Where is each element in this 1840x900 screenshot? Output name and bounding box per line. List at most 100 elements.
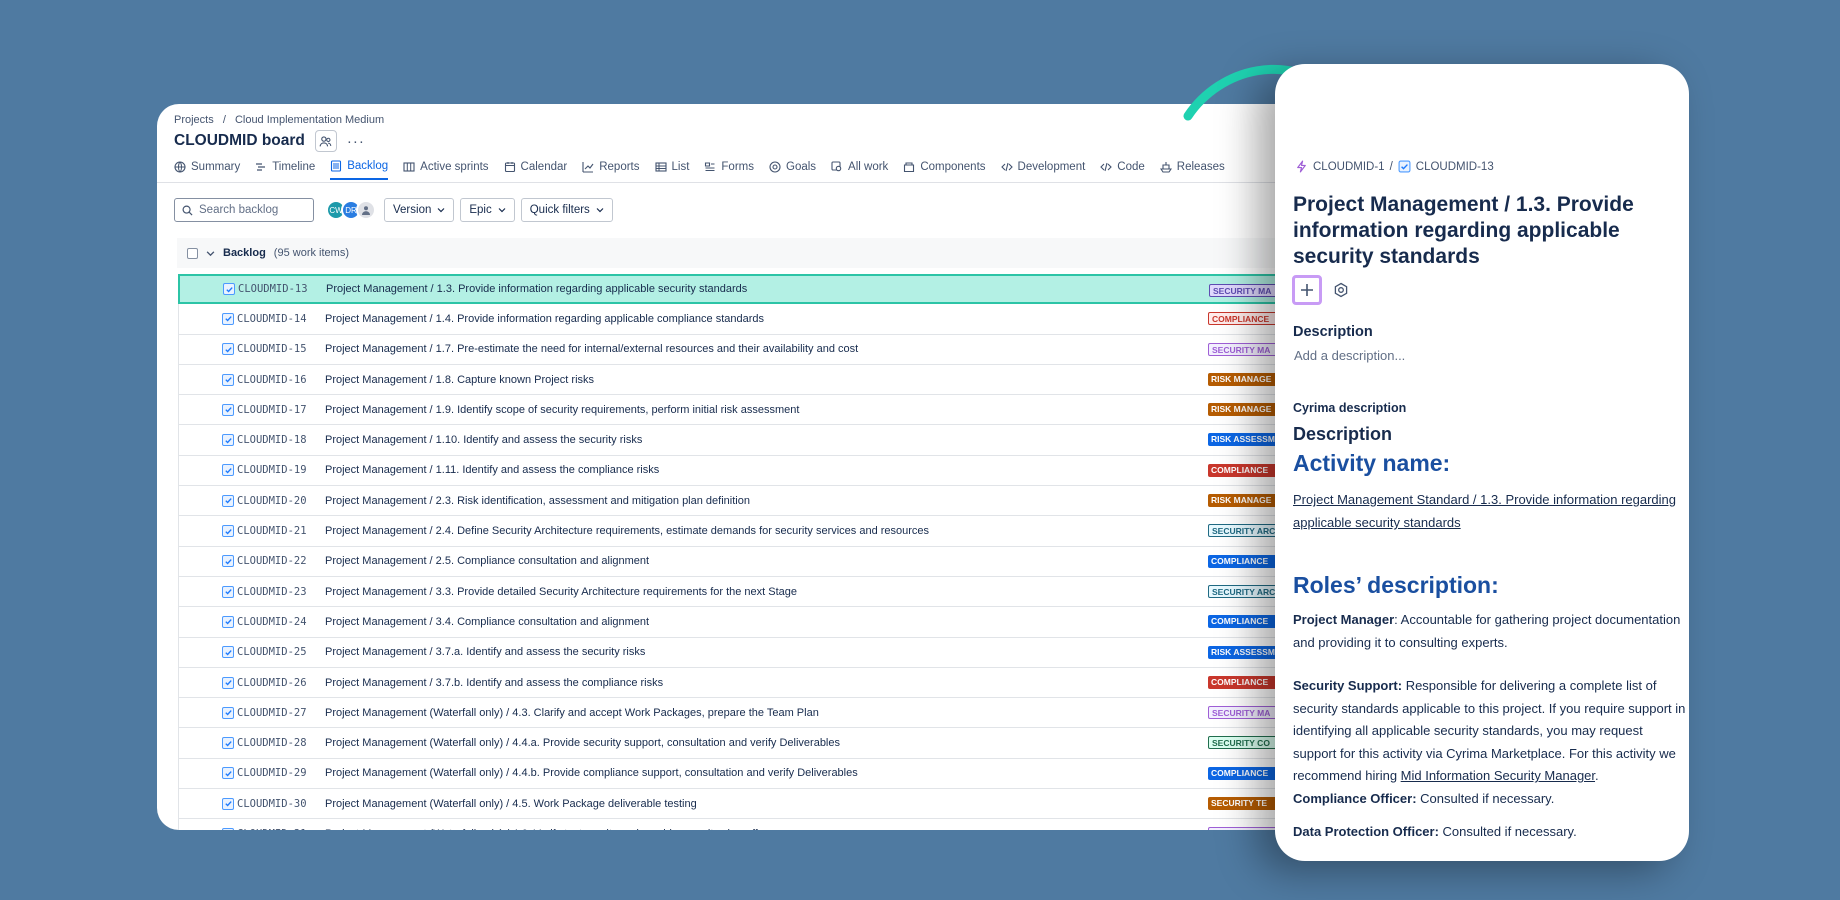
backlog-row[interactable]: CLOUDMID-27 Project Management (Waterfall… (178, 698, 1297, 729)
backlog-row[interactable]: CLOUDMID-19 Project Management / 1.11. Id… (178, 455, 1297, 487)
issue-summary[interactable]: Project Management / 3.7.a. Identify and… (325, 646, 645, 658)
issue-summary[interactable]: Project Management / 1.8. Capture known … (325, 374, 594, 386)
team-button[interactable] (314, 130, 337, 152)
issue-summary[interactable]: Project Management (Waterfall only) / 4.… (325, 767, 858, 779)
backlog-row[interactable]: CLOUDMID-21 Project Management / 2.4. Def… (178, 516, 1297, 547)
tab-list[interactable]: List (654, 160, 689, 180)
backlog-row[interactable]: CLOUDMID-29 Project Management (Waterfall… (178, 758, 1297, 790)
tab-components[interactable]: Components (903, 160, 986, 180)
tab-reports[interactable]: Reports (582, 160, 640, 180)
issue-summary[interactable]: Project Management / 1.4. Provide inform… (325, 313, 764, 325)
version-filter[interactable]: Version (384, 198, 455, 222)
issue-summary[interactable]: Project Management / 1.9. Identify scope… (325, 404, 799, 416)
breadcrumb-project[interactable]: Cloud Implementation Medium (235, 114, 384, 126)
backlog-row[interactable]: CLOUDMID-23 Project Management / 3.3. Pro… (178, 576, 1297, 608)
task-checkbox-icon (222, 615, 234, 628)
issue-summary[interactable]: Project Management / 3.7.b. Identify and… (325, 677, 663, 689)
ship-icon (1159, 162, 1172, 173)
add-button[interactable] (1292, 275, 1322, 305)
backlog-row[interactable]: CLOUDMID-20 Project Management / 2.3. Ris… (178, 486, 1297, 517)
issue-summary[interactable]: Project Management / 2.4. Define Securit… (325, 525, 929, 537)
quick-filters[interactable]: Quick filters (520, 198, 613, 222)
issue-key[interactable]: CLOUDMID-17 (237, 404, 325, 416)
backlog-row[interactable]: CLOUDMID-24 Project Management / 3.4. Com… (178, 607, 1297, 638)
backlog-row[interactable]: CLOUDMID-25 Project Management / 3.7.a. I… (178, 637, 1297, 668)
issue-summary[interactable]: Project Management / 2.5. Compliance con… (325, 555, 649, 567)
search-input[interactable]: Search backlog (174, 198, 314, 222)
issue-key[interactable]: CLOUDMID-20 (237, 495, 325, 507)
issue-key[interactable]: CLOUDMID-19 (237, 464, 325, 476)
breadcrumb-projects[interactable]: Projects (174, 114, 214, 126)
issue-key-link[interactable]: CLOUDMID-13 (1416, 161, 1494, 173)
person-icon (362, 206, 370, 215)
tab-calendar[interactable]: Calendar (504, 160, 567, 180)
issue-key[interactable]: CLOUDMID-23 (237, 586, 325, 598)
issue-key[interactable]: CLOUDMID-24 (237, 616, 325, 628)
marketplace-role-link[interactable]: Mid Information Security Manager (1401, 768, 1595, 783)
issue-summary[interactable]: Project Management / 2.3. Risk identific… (325, 495, 750, 507)
tab-label: Active sprints (420, 161, 489, 173)
task-checkbox-icon (222, 676, 234, 689)
issue-key[interactable]: CLOUDMID-22 (237, 555, 325, 567)
backlog-row[interactable]: CLOUDMID-31Project Management (Waterfall… (178, 819, 1297, 830)
issue-summary[interactable]: Project Management (Waterfall only) / 4.… (325, 707, 819, 719)
issue-summary[interactable]: Project Management (Waterfall only) / 4.… (325, 828, 758, 830)
tab-code[interactable]: Code (1100, 160, 1145, 180)
role-name: Project Manager (1293, 612, 1395, 627)
issue-key[interactable]: CLOUDMID-31 (237, 828, 325, 830)
tab-timeline[interactable]: Timeline (255, 160, 315, 180)
issue-title[interactable]: Project Management / 1.3. Provide inform… (1293, 192, 1683, 270)
chevron-down-icon[interactable] (206, 249, 215, 258)
issue-summary[interactable]: Project Management / 1.11. Identify and … (325, 464, 659, 476)
backlog-row[interactable]: CLOUDMID-16 Project Management / 1.8. Cap… (178, 364, 1297, 396)
apps-button[interactable] (1326, 275, 1356, 305)
tab-forms[interactable]: Forms (704, 160, 754, 180)
issue-key[interactable]: CLOUDMID-26 (237, 677, 325, 689)
backlog-row[interactable]: CLOUDMID-15 Project Management / 1.7. Pre… (178, 334, 1297, 365)
more-actions-button[interactable]: ··· (347, 133, 365, 150)
issue-detail-panel: CLOUDMID-1 / CLOUDMID-13 Project Managem… (1275, 64, 1689, 861)
issue-key[interactable]: CLOUDMID-16 (237, 374, 325, 386)
issue-summary[interactable]: Project Management / 3.3. Provide detail… (325, 586, 797, 598)
issue-summary[interactable]: Project Management / 1.3. Provide inform… (326, 283, 747, 295)
select-all-checkbox[interactable] (187, 247, 198, 259)
issue-key[interactable]: CLOUDMID-28 (237, 737, 325, 749)
issue-key[interactable]: CLOUDMID-21 (237, 525, 325, 537)
task-checkbox-icon (222, 827, 234, 830)
tab-releases[interactable]: Releases (1159, 160, 1225, 180)
issue-summary[interactable]: Project Management / 1.7. Pre-estimate t… (325, 343, 858, 355)
description-editor[interactable]: Add a description... (1294, 348, 1405, 363)
issue-summary[interactable]: Project Management / 1.10. Identify and … (325, 434, 642, 446)
issue-key[interactable]: CLOUDMID-13 (238, 283, 326, 295)
issue-summary[interactable]: Project Management / 3.4. Compliance con… (325, 616, 649, 628)
backlog-row[interactable]: CLOUDMID-18 Project Management / 1.10. Id… (178, 425, 1297, 456)
issue-key[interactable]: CLOUDMID-25 (237, 646, 325, 658)
backlog-row[interactable]: CLOUDMID-22 Project Management / 2.5. Com… (178, 546, 1297, 577)
backlog-row[interactable]: CLOUDMID-28 Project Management (Waterfall… (178, 728, 1297, 759)
activity-link[interactable]: Project Management Standard / 1.3. Provi… (1293, 488, 1685, 534)
backlog-row[interactable]: CLOUDMID-17 Project Management / 1.9. Ide… (178, 395, 1297, 426)
issue-key[interactable]: CLOUDMID-18 (237, 434, 325, 446)
issue-summary[interactable]: Project Management (Waterfall only) / 4.… (325, 737, 840, 749)
avatar[interactable] (356, 200, 376, 220)
tab-active-sprints[interactable]: Active sprints (403, 160, 489, 180)
parent-issue-link[interactable]: CLOUDMID-1 (1313, 161, 1385, 173)
issue-key[interactable]: CLOUDMID-15 (237, 343, 325, 355)
backlog-row[interactable]: CLOUDMID-14 Project Management / 1.4. Pro… (178, 304, 1297, 335)
issue-key[interactable]: CLOUDMID-29 (237, 767, 325, 779)
issue-key[interactable]: CLOUDMID-30 (237, 798, 325, 810)
tab-backlog[interactable]: Backlog (330, 160, 389, 180)
issue-summary[interactable]: Project Management (Waterfall only) / 4.… (325, 798, 697, 810)
tab-all-work[interactable]: All work (831, 160, 888, 180)
epic-filter[interactable]: Epic (460, 198, 515, 222)
backlog-row[interactable]: CLOUDMID-30 Project Management (Waterfall… (178, 789, 1297, 820)
tab-development[interactable]: Development (1000, 160, 1085, 180)
backlog-row[interactable]: CLOUDMID-26 Project Management / 3.7.b. I… (178, 667, 1297, 699)
tab-summary[interactable]: Summary (174, 160, 240, 180)
issue-key[interactable]: CLOUDMID-27 (237, 707, 325, 719)
issue-key[interactable]: CLOUDMID-14 (237, 313, 325, 325)
tab-label: Reports (599, 161, 640, 173)
backlog-row[interactable]: CLOUDMID-13 Project Management / 1.3. Pro… (178, 274, 1297, 305)
label-lozenge: SECURITY TE (1208, 797, 1278, 811)
tab-goals[interactable]: Goals (769, 160, 816, 180)
